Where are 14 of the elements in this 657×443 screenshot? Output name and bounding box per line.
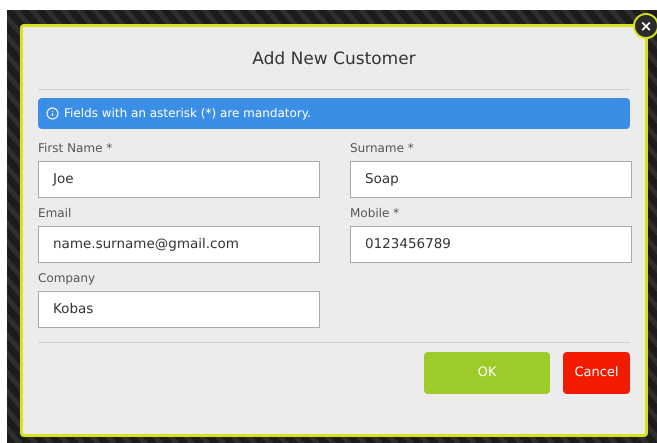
cancel-button[interactable]: Cancel	[563, 352, 630, 394]
input-field[interactable]: name.surname@gmail.com	[38, 226, 320, 262]
field-label: First Name *	[38, 140, 114, 156]
notice-text: Fields with an asterisk (*) are mandatory.	[64, 105, 311, 122]
input-field[interactable]: Soap	[350, 160, 632, 198]
field-label: Mobile *	[350, 204, 400, 222]
input-field[interactable]: Joe	[38, 160, 320, 198]
info-icon	[46, 106, 59, 120]
field-label: Email	[38, 204, 72, 222]
field-label: Surname *	[350, 140, 415, 156]
input-field[interactable]: 0123456789	[350, 226, 632, 262]
dialog-title: Add New Customer	[251, 48, 417, 71]
input-field[interactable]: Kobas	[38, 290, 320, 328]
field-label: Company	[38, 270, 96, 286]
